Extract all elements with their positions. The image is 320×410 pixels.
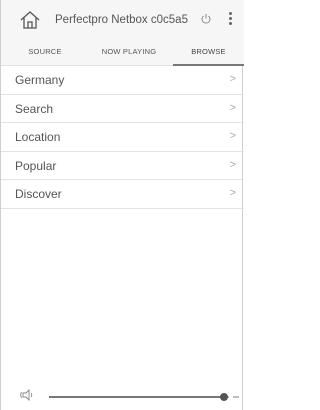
browse-item-popular[interactable]: Popular > xyxy=(1,152,244,180)
list-item-label: Popular xyxy=(15,158,57,173)
browse-list: Germany > Search > Location > Popular > … xyxy=(1,66,244,209)
chevron-right-icon: > xyxy=(229,73,236,85)
chevron-right-icon: > xyxy=(229,130,236,142)
power-icon[interactable] xyxy=(200,13,212,25)
tab-now-playing[interactable]: NOW PLAYING xyxy=(89,40,169,66)
browse-item-discover[interactable]: Discover > xyxy=(1,180,244,209)
speaker-icon[interactable] xyxy=(19,388,37,402)
browse-item-search[interactable]: Search > xyxy=(1,95,244,123)
more-vertical-icon[interactable] xyxy=(227,12,233,28)
tab-browse[interactable]: BROWSE xyxy=(173,40,244,66)
volume-slider[interactable] xyxy=(49,393,229,401)
tab-source[interactable]: SOURCE xyxy=(15,40,75,66)
browse-item-germany[interactable]: Germany > xyxy=(1,66,244,95)
list-item-label: Search xyxy=(15,101,54,116)
app-window: Perfectpro Netbox c0c5a5 SOURCE NOW PLAY… xyxy=(0,0,244,410)
home-icon[interactable] xyxy=(19,9,41,31)
browse-item-location[interactable]: Location > xyxy=(1,123,244,152)
volume-bar xyxy=(1,385,244,410)
volume-slider-fill xyxy=(49,396,224,398)
tab-bar: SOURCE NOW PLAYING BROWSE xyxy=(1,40,244,66)
list-item-label: Location xyxy=(15,130,61,144)
list-item-label: Discover xyxy=(15,187,62,201)
chevron-right-icon: > xyxy=(229,187,236,199)
volume-slider-thumb[interactable] xyxy=(220,393,228,401)
volume-slider-end xyxy=(233,396,239,398)
list-item-label: Germany xyxy=(15,73,65,87)
app-header: Perfectpro Netbox c0c5a5 xyxy=(1,0,244,40)
chevron-right-icon: > xyxy=(229,101,236,114)
chevron-right-icon: > xyxy=(229,158,236,171)
device-title: Perfectpro Netbox c0c5a5 xyxy=(55,14,188,26)
